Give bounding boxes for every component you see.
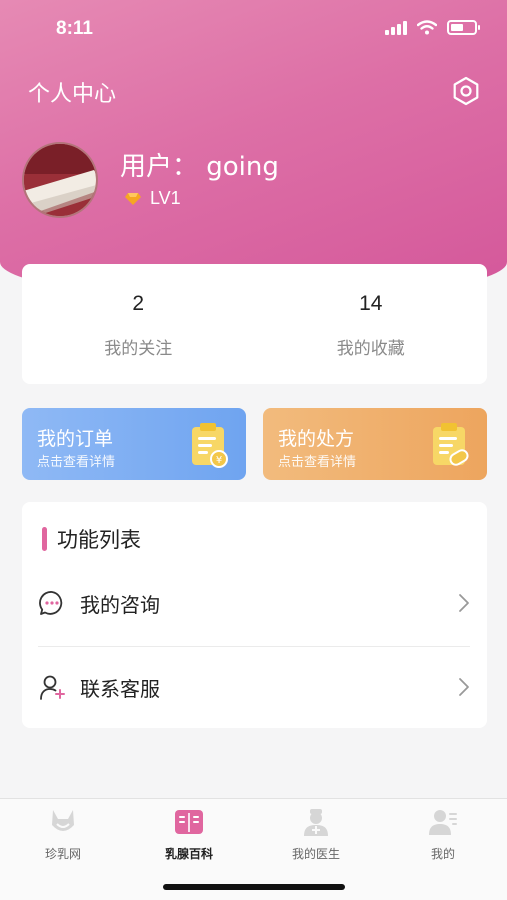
my-orders-card[interactable]: 我的订单 点击查看详情 ¥: [22, 408, 246, 480]
favorites-count: 14: [359, 292, 383, 315]
diamond-icon: [125, 192, 141, 205]
level-badge: LV1: [124, 188, 181, 209]
function-list-header: 功能列表: [42, 524, 141, 554]
tab-encyclopedia[interactable]: 乳腺百科: [126, 807, 252, 862]
book-icon: [175, 810, 203, 834]
following-label: 我的关注: [104, 339, 173, 359]
favorites-label: 我的收藏: [336, 339, 405, 359]
section-accent-bar: [42, 527, 47, 551]
tab-label: 珍乳网: [44, 847, 81, 861]
prescriptions-subtitle: 点击查看详情: [278, 455, 357, 470]
tab-label: 我的: [430, 847, 455, 861]
avatar[interactable]: [22, 142, 98, 218]
page-title: 个人中心: [28, 82, 117, 107]
menu-item-customer-service[interactable]: 联系客服: [22, 657, 487, 717]
tab-label: 我的医生: [291, 847, 340, 861]
menu-item-label: 我的咨询: [80, 592, 160, 617]
home-indicator: [163, 884, 345, 890]
tab-label: 乳腺百科: [164, 847, 213, 861]
divider: [38, 646, 470, 647]
status-bar: 8:11: [0, 0, 507, 60]
username: 用户： going: [120, 152, 279, 182]
fox-logo-icon: [52, 810, 74, 831]
tab-my-doctor[interactable]: 我的医生: [253, 807, 379, 862]
tab-home[interactable]: 珍乳网: [0, 807, 126, 862]
menu-item-consultation[interactable]: 我的咨询: [22, 573, 487, 633]
wifi-icon: [417, 20, 437, 35]
following-count: 2: [132, 292, 145, 315]
settings-icon[interactable]: [451, 76, 481, 106]
tab-profile[interactable]: 我的: [380, 807, 506, 862]
status-time: 8:11: [56, 18, 93, 39]
function-list-card: 功能列表 我的咨询 联系客服: [22, 502, 487, 728]
my-prescriptions-card[interactable]: 我的处方 点击查看详情: [263, 408, 487, 480]
stat-favorites[interactable]: 14 我的收藏: [255, 264, 488, 384]
profile-icon: [429, 810, 457, 835]
clipboard-yen-icon: ¥: [192, 423, 228, 468]
status-icons: [385, 20, 480, 35]
chat-bubble-icon: [39, 591, 63, 615]
orders-title: 我的订单: [37, 428, 114, 450]
doctor-icon: [304, 809, 328, 836]
prescriptions-title: 我的处方: [278, 428, 355, 450]
chevron-right-icon: [459, 678, 469, 696]
orders-subtitle: 点击查看详情: [37, 455, 116, 470]
level-text: LV1: [150, 188, 181, 208]
clipboard-pill-icon: [433, 423, 469, 466]
svg-text:¥: ¥: [216, 455, 222, 466]
battery-icon: [447, 20, 480, 35]
add-user-icon: [40, 675, 65, 700]
stats-card: 2 我的关注 14 我的收藏: [22, 264, 487, 384]
signal-icon: [385, 20, 407, 35]
function-list-title: 功能列表: [57, 528, 141, 552]
chevron-right-icon: [459, 594, 469, 612]
menu-item-label: 联系客服: [80, 676, 160, 701]
stat-following[interactable]: 2 我的关注: [22, 264, 255, 384]
